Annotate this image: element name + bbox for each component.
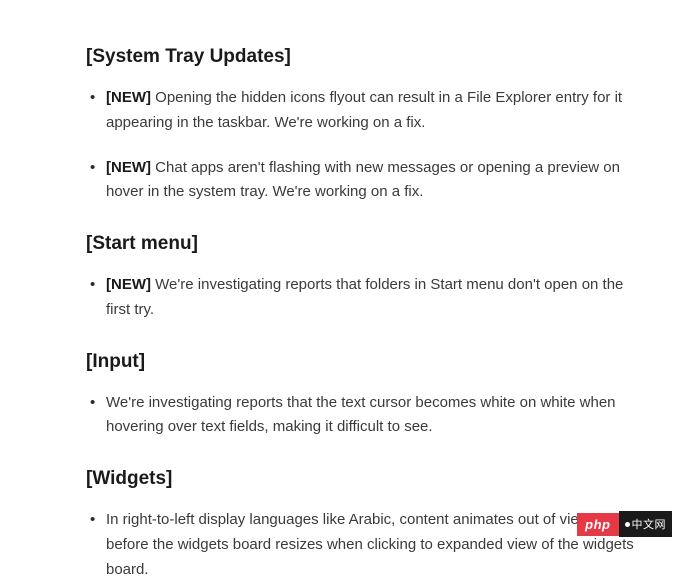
list-item: [NEW] We're investigating reports that f… (106, 273, 636, 323)
section-heading-start-menu: [Start menu] (86, 233, 636, 255)
section-heading-system-tray: [System Tray Updates] (86, 46, 636, 68)
list-item: [NEW] Chat apps aren't flashing with new… (106, 156, 636, 206)
list-system-tray: [NEW] Opening the hidden icons flyout ca… (86, 86, 636, 205)
new-tag: [NEW] (106, 89, 151, 106)
cn-badge: 中文网 (619, 511, 673, 537)
section-heading-widgets: [Widgets] (86, 468, 636, 490)
item-text: In right-to-left display languages like … (106, 511, 634, 578)
list-widgets: In right-to-left display languages like … (86, 508, 636, 582)
list-item: [NEW] Opening the hidden icons flyout ca… (106, 86, 636, 136)
list-item: In right-to-left display languages like … (106, 508, 636, 582)
item-text: Chat apps aren't flashing with new messa… (106, 159, 620, 201)
list-item: We're investigating reports that the tex… (106, 391, 636, 441)
new-tag: [NEW] (106, 159, 151, 176)
cn-text: 中文网 (632, 516, 667, 532)
footer-badge: php 中文网 (577, 511, 672, 537)
list-input: We're investigating reports that the tex… (86, 391, 636, 441)
list-start-menu: [NEW] We're investigating reports that f… (86, 273, 636, 323)
dot-icon (625, 522, 630, 527)
new-tag: [NEW] (106, 276, 151, 293)
php-badge: php (577, 513, 618, 536)
item-text: We're investigating reports that folders… (106, 276, 623, 318)
item-text: Opening the hidden icons flyout can resu… (106, 89, 622, 131)
item-text: We're investigating reports that the tex… (106, 394, 616, 436)
section-heading-input: [Input] (86, 351, 636, 373)
